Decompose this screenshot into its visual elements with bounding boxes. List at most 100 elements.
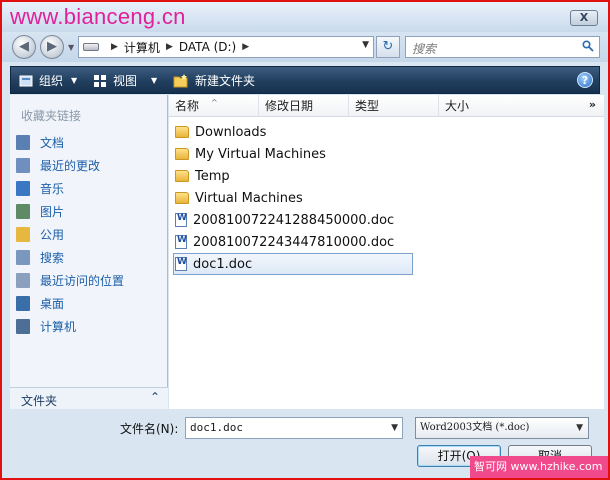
watermark-text: www.bianceng.cn xyxy=(10,4,186,29)
command-toolbar: 组织 ▼ 视图 ▼ 新建文件夹 ? xyxy=(10,66,600,94)
forward-button[interactable]: ▶ xyxy=(40,35,64,59)
sidebar-item-label: 最近的更改 xyxy=(40,159,101,173)
new-folder-button[interactable]: 新建文件夹 xyxy=(173,72,255,89)
sidebar-item-pictures[interactable]: 图片 xyxy=(16,200,124,223)
folder-icon xyxy=(175,170,189,182)
address-bar[interactable]: ▶ 计算机 ▶ DATA (D:) ▶ ▼ xyxy=(78,36,374,58)
chevron-down-icon: ▼ xyxy=(71,76,78,85)
filename-value: doc1.doc xyxy=(190,421,243,434)
public-icon xyxy=(16,227,30,242)
sidebar-item-label: 最近访问的位置 xyxy=(40,274,125,288)
sidebar-item-label: 桌面 xyxy=(40,297,65,311)
word-document-icon xyxy=(175,213,187,227)
corner-watermark: 智可网 www.hzhike.com xyxy=(470,456,608,478)
search-input[interactable]: 搜索 xyxy=(405,36,600,58)
folder-icon xyxy=(175,192,189,204)
help-icon[interactable]: ? xyxy=(577,72,593,88)
filename-label: 文件名(N): xyxy=(120,422,179,436)
sidebar-item-label: 文档 xyxy=(40,136,65,150)
pictures-icon xyxy=(16,204,30,219)
sidebar-item-documents[interactable]: 文档 xyxy=(16,131,124,154)
word-document-icon xyxy=(175,235,187,249)
breadcrumb-separator-icon[interactable]: ▶ xyxy=(242,42,249,52)
chevron-down-icon[interactable]: ▼ xyxy=(391,418,398,438)
sidebar-item-recent-changes[interactable]: 最近的更改 xyxy=(16,154,124,177)
sidebar-item-desktop[interactable]: 桌面 xyxy=(16,292,124,315)
computer-icon xyxy=(16,319,30,334)
folders-toggle-label: 文件夹 xyxy=(21,394,58,408)
views-button[interactable]: 视图 ▼ xyxy=(93,72,157,89)
list-item[interactable]: 20081007224344781000​0.doc xyxy=(175,231,413,253)
sidebar-item-music[interactable]: 音乐 xyxy=(16,177,124,200)
drive-icon xyxy=(83,43,99,51)
sidebar-item-public[interactable]: 公用 xyxy=(16,223,124,246)
column-name[interactable]: 名称 ^ xyxy=(169,95,259,117)
sidebar-item-searches[interactable]: 搜索 xyxy=(16,246,124,269)
list-item-selected[interactable]: doc1.doc xyxy=(173,253,413,275)
list-item[interactable]: Temp xyxy=(175,165,413,187)
desktop-icon xyxy=(16,296,30,311)
word-document-icon xyxy=(175,257,187,271)
file-type-value: Word2003文档 (*.doc) xyxy=(420,422,530,433)
recent-pages-dropdown-icon[interactable]: ▼ xyxy=(68,43,74,52)
search-placeholder: 搜索 xyxy=(412,42,437,56)
new-folder-icon xyxy=(173,73,188,87)
breadcrumb-separator-icon[interactable]: ▶ xyxy=(111,42,118,52)
close-button[interactable]: X xyxy=(570,10,598,26)
recent-places-icon xyxy=(16,273,30,288)
list-item[interactable]: 20081007224128845000​0.doc xyxy=(175,209,413,231)
breadcrumb-drive[interactable]: DATA (D:) xyxy=(179,40,236,54)
file-list: Downloads My Virtual Machines Temp Virtu… xyxy=(173,121,413,275)
folders-toggle[interactable]: 文件夹 ⌃ xyxy=(10,387,168,409)
search-folder-icon xyxy=(16,250,30,265)
sidebar-item-label: 计算机 xyxy=(40,320,77,334)
list-item[interactable]: Downloads xyxy=(175,121,413,143)
column-header: 名称 ^ 修改日期 类型 大小 » xyxy=(169,95,604,117)
music-icon xyxy=(16,181,30,196)
organize-icon xyxy=(19,75,33,86)
file-list-pane: 名称 ^ 修改日期 类型 大小 » Downloads My Virtual M… xyxy=(169,95,604,409)
file-name: Downloads xyxy=(195,124,267,140)
file-name: 20081007224344781000​0.doc xyxy=(193,234,395,250)
favorite-links-list: 文档 最近的更改 音乐 图片 公用 搜索 最近访问的位置 桌面 计算机 xyxy=(16,131,124,338)
navigation-pane: 收藏夹链接 文档 最近的更改 音乐 图片 公用 搜索 最近访问的位置 桌面 计算… xyxy=(10,95,168,409)
filename-input[interactable]: doc1.doc ▼ xyxy=(185,417,403,439)
file-type-select[interactable]: Word2003文档 (*.doc) ▼ xyxy=(415,417,589,439)
chevron-down-icon: ▼ xyxy=(576,423,583,433)
folder-icon xyxy=(175,126,189,138)
documents-icon xyxy=(16,135,30,150)
sidebar-item-label: 音乐 xyxy=(40,182,65,196)
sidebar-item-computer[interactable]: 计算机 xyxy=(16,315,124,338)
sort-ascending-icon: ^ xyxy=(211,98,218,107)
back-button[interactable]: ◀ xyxy=(12,35,36,59)
new-folder-label: 新建文件夹 xyxy=(195,74,256,88)
address-row: ◀ ▶ ▼ ▶ 计算机 ▶ DATA (D:) ▶ ▼ ↻ 搜索 xyxy=(2,32,608,62)
file-name: Virtual Machines xyxy=(195,190,303,206)
list-item[interactable]: Virtual Machines xyxy=(175,187,413,209)
sidebar-item-recent-places[interactable]: 最近访问的位置 xyxy=(16,269,124,292)
title-bar: www.bianceng.cn X xyxy=(2,2,608,32)
column-type[interactable]: 类型 xyxy=(349,95,439,117)
file-name: Temp xyxy=(195,168,230,184)
column-size[interactable]: 大小 xyxy=(439,95,533,117)
folder-icon xyxy=(175,148,189,160)
organize-button[interactable]: 组织 ▼ xyxy=(19,72,77,89)
views-icon xyxy=(94,74,106,87)
search-icon[interactable] xyxy=(582,40,594,52)
open-file-dialog: www.bianceng.cn X ◀ ▶ ▼ ▶ 计算机 ▶ DATA (D:… xyxy=(0,0,610,480)
file-name: My Virtual Machines xyxy=(195,146,326,162)
address-dropdown-icon[interactable]: ▼ xyxy=(362,40,369,50)
more-columns-icon[interactable]: » xyxy=(589,98,596,111)
recent-changes-icon xyxy=(16,158,30,173)
file-name: 20081007224128845000​0.doc xyxy=(193,212,395,228)
organize-label: 组织 xyxy=(39,74,64,88)
column-date-modified[interactable]: 修改日期 xyxy=(259,95,349,117)
sidebar-item-label: 图片 xyxy=(40,205,65,219)
refresh-button[interactable]: ↻ xyxy=(376,36,400,58)
favorite-links-title: 收藏夹链接 xyxy=(21,109,82,123)
breadcrumb-computer[interactable]: 计算机 xyxy=(124,39,160,56)
list-item[interactable]: My Virtual Machines xyxy=(175,143,413,165)
sidebar-item-label: 搜索 xyxy=(40,251,65,265)
breadcrumb-separator-icon[interactable]: ▶ xyxy=(166,42,173,52)
chevron-up-icon: ⌃ xyxy=(149,390,160,404)
